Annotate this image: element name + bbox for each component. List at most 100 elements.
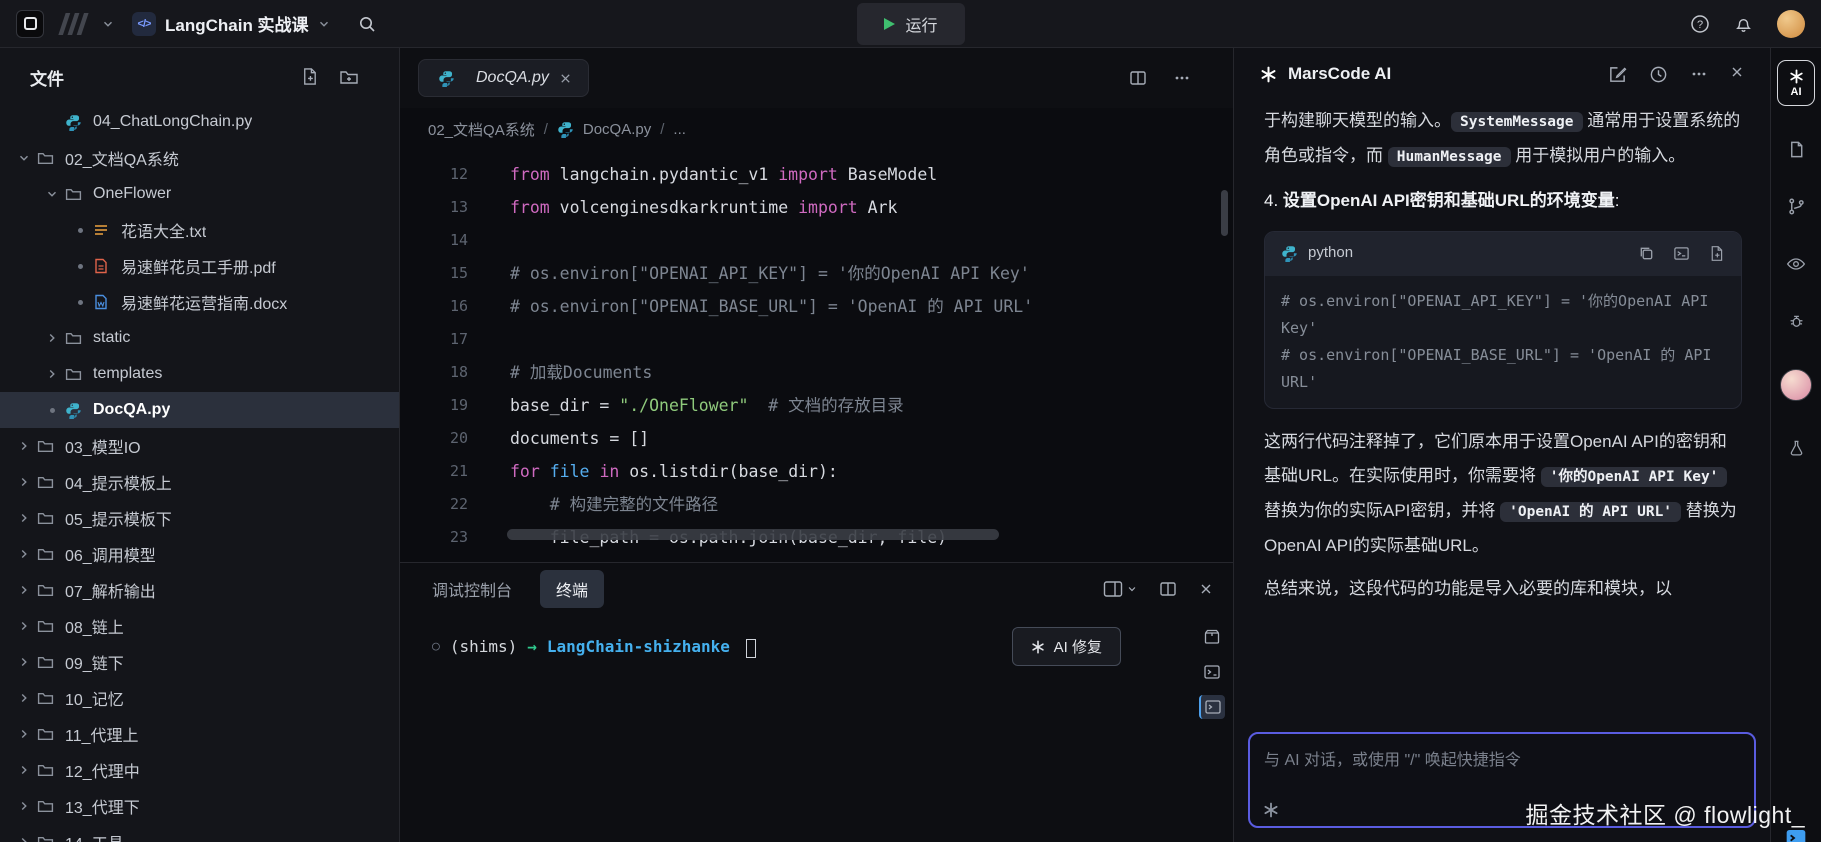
python-icon bbox=[435, 70, 457, 87]
tree-item-易速鲜花运营指南.docx[interactable]: 易速鲜花运营指南.docx bbox=[0, 284, 399, 320]
folder-icon bbox=[34, 762, 56, 779]
search-icon[interactable] bbox=[358, 15, 376, 33]
code-block-header: python bbox=[1265, 232, 1741, 276]
svg-text:?: ? bbox=[1697, 19, 1703, 31]
tree-item-13_代理下[interactable]: 13_代理下 bbox=[0, 788, 399, 824]
insert-code-icon[interactable] bbox=[1673, 245, 1690, 262]
code-line: 20documents = [] bbox=[400, 422, 1233, 455]
new-file-icon[interactable] bbox=[300, 67, 319, 87]
editor-vertical-scrollbar[interactable] bbox=[1221, 190, 1228, 236]
marscode-ai-icon[interactable]: AI bbox=[1777, 60, 1815, 106]
package-icon[interactable] bbox=[1200, 625, 1224, 649]
tab-debug-console[interactable]: 调试控制台 bbox=[432, 577, 512, 601]
split-panel-icon[interactable] bbox=[1159, 580, 1177, 598]
close-tab-icon[interactable] bbox=[559, 72, 572, 85]
tree-item-06_调用模型[interactable]: 06_调用模型 bbox=[0, 536, 399, 572]
tree-item-花语大全.txt[interactable]: 花语大全.txt bbox=[0, 212, 399, 248]
file-label: 04_提示模板上 bbox=[65, 470, 172, 494]
tree-item-07_解析输出[interactable]: 07_解析输出 bbox=[0, 572, 399, 608]
breadcrumb[interactable]: 02_文档QA系统 / DocQA.py / ... bbox=[400, 108, 1233, 150]
chevron-right-icon bbox=[14, 656, 34, 668]
preview-eye-icon[interactable] bbox=[1786, 254, 1806, 274]
tree-item-02_文档QA系统[interactable]: 02_文档QA系统 bbox=[0, 140, 399, 176]
copy-icon[interactable] bbox=[1638, 245, 1655, 262]
project-switcher[interactable]: </> LangChain 实战课 bbox=[132, 11, 330, 36]
tree-item-08_链上[interactable]: 08_链上 bbox=[0, 608, 399, 644]
code-language: python bbox=[1308, 238, 1353, 269]
chevron-down-icon bbox=[318, 18, 330, 30]
help-icon[interactable]: ? bbox=[1690, 14, 1710, 34]
code-line: 13from volcenginesdkarkruntime import Ar… bbox=[400, 191, 1233, 224]
breadcrumb-symbol[interactable]: ... bbox=[673, 121, 686, 138]
code-line: 16# os.environ["OPENAI_BASE_URL"] = 'Ope… bbox=[400, 290, 1233, 323]
notifications-bell-icon[interactable] bbox=[1734, 14, 1753, 33]
inline-code: HumanMessage bbox=[1388, 147, 1511, 167]
file-label: 13_代理下 bbox=[65, 794, 140, 818]
inline-code: 'OpenAI 的 API URL' bbox=[1500, 502, 1681, 522]
tree-item-09_链下[interactable]: 09_链下 bbox=[0, 644, 399, 680]
tab-docqa[interactable]: DocQA.py bbox=[418, 59, 589, 97]
editor-column: DocQA.py 02_文档QA bbox=[400, 48, 1233, 842]
more-actions-icon[interactable] bbox=[1173, 69, 1191, 87]
code-line: 18# 加载Documents bbox=[400, 356, 1233, 389]
assistant-avatar[interactable] bbox=[1780, 369, 1812, 401]
tree-item-易速鲜花员工手册.pdf[interactable]: 易速鲜花员工手册.pdf bbox=[0, 248, 399, 284]
new-folder-icon[interactable] bbox=[339, 67, 359, 87]
new-terminal-icon[interactable] bbox=[1200, 660, 1224, 684]
breadcrumb-file[interactable]: DocQA.py bbox=[583, 121, 651, 138]
tree-item-14_工具[interactable]: 14_工具 bbox=[0, 824, 399, 842]
file-label: OneFlower bbox=[93, 185, 171, 203]
line-number: 13 bbox=[400, 191, 468, 224]
editor-horizontal-scrollbar[interactable] bbox=[507, 529, 999, 540]
tree-item-templates[interactable]: templates bbox=[0, 356, 399, 392]
split-editor-icon[interactable] bbox=[1129, 69, 1147, 87]
line-number: 12 bbox=[400, 158, 468, 191]
terminal[interactable]: ○ (shims) → LangChain-shizhanke AI 修复 bbox=[400, 615, 1233, 842]
docx-icon bbox=[90, 294, 112, 310]
pdf-icon bbox=[90, 258, 112, 274]
tab-terminal[interactable]: 终端 bbox=[540, 570, 604, 608]
tree-item-04_ChatLongChain.py[interactable]: 04_ChatLongChain.py bbox=[0, 104, 399, 140]
ai-paragraph: 于构建聊天模型的输入。SystemMessage 通常用于设置系统的角色或指令，… bbox=[1264, 104, 1742, 174]
folder-icon bbox=[34, 150, 56, 167]
chevron-right-icon bbox=[14, 836, 34, 842]
marscode-spark-icon[interactable] bbox=[1263, 802, 1279, 818]
tree-item-DocQA.py[interactable]: DocQA.py bbox=[0, 392, 399, 428]
more-actions-icon[interactable] bbox=[1690, 65, 1708, 84]
code-editor[interactable]: 12from langchain.pydantic_v1 import Base… bbox=[400, 150, 1233, 562]
lab-flask-icon[interactable] bbox=[1787, 439, 1806, 458]
marscode-logo-icon[interactable] bbox=[56, 13, 90, 35]
bug-icon[interactable] bbox=[1787, 312, 1806, 331]
tree-item-12_代理中[interactable]: 12_代理中 bbox=[0, 752, 399, 788]
user-avatar[interactable] bbox=[1777, 10, 1805, 38]
tree-item-11_代理上[interactable]: 11_代理上 bbox=[0, 716, 399, 752]
breadcrumb-folder[interactable]: 02_文档QA系统 bbox=[428, 119, 535, 140]
code-content[interactable]: # os.environ["OPENAI_API_KEY"] = '你的Open… bbox=[1265, 276, 1741, 408]
tree-item-OneFlower[interactable]: OneFlower bbox=[0, 176, 399, 212]
close-panel-icon[interactable] bbox=[1730, 65, 1744, 84]
folder-icon bbox=[62, 330, 84, 347]
project-name: LangChain 实战课 bbox=[165, 11, 309, 36]
tree-item-03_模型IO[interactable]: 03_模型IO bbox=[0, 428, 399, 464]
ai-assistant-panel: MarsCode AI 于构建聊天模型的输入。System bbox=[1233, 48, 1770, 842]
new-chat-icon[interactable] bbox=[1608, 65, 1627, 84]
git-branch-icon[interactable] bbox=[1787, 197, 1806, 216]
tree-item-05_提示模板下[interactable]: 05_提示模板下 bbox=[0, 500, 399, 536]
terminal-instance-icon[interactable] bbox=[1199, 695, 1225, 719]
close-panel-icon[interactable] bbox=[1199, 582, 1213, 596]
panel-layout-icon[interactable] bbox=[1103, 580, 1137, 598]
run-button[interactable]: 运行 bbox=[856, 3, 964, 45]
docs-icon[interactable] bbox=[1787, 140, 1806, 159]
tree-item-static[interactable]: static bbox=[0, 320, 399, 356]
txt-icon bbox=[90, 222, 112, 238]
chevron-down-icon[interactable] bbox=[102, 18, 114, 30]
ai-fix-button[interactable]: AI 修复 bbox=[1012, 627, 1121, 666]
modified-dot bbox=[70, 228, 90, 233]
tree-item-10_记忆[interactable]: 10_记忆 bbox=[0, 680, 399, 716]
create-file-icon[interactable] bbox=[1708, 245, 1725, 262]
file-label: 02_文档QA系统 bbox=[65, 146, 179, 170]
history-icon[interactable] bbox=[1649, 65, 1668, 84]
tree-item-04_提示模板上[interactable]: 04_提示模板上 bbox=[0, 464, 399, 500]
app-logo-icon[interactable] bbox=[16, 10, 44, 38]
ai-chat-input[interactable] bbox=[1264, 746, 1740, 792]
